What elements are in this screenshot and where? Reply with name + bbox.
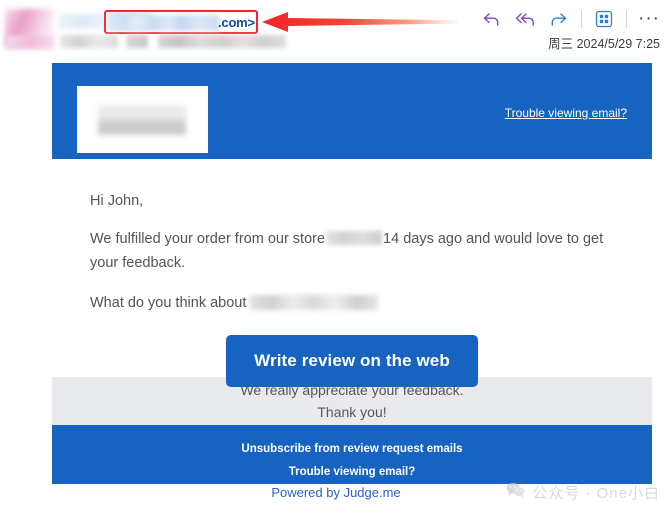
forward-icon[interactable] (544, 5, 574, 33)
cta-container: Write review on the web (90, 335, 614, 387)
header-action-bar: ··· (476, 4, 664, 34)
product-paragraph: What do you think about (90, 291, 614, 315)
order-paragraph-before: We fulfilled your order from our store (90, 231, 326, 247)
apps-grid-icon[interactable] (589, 5, 619, 33)
email-footer: Unsubscribe from review request emails T… (52, 425, 652, 484)
footer-trouble-viewing-link[interactable]: Trouble viewing email? (52, 461, 652, 484)
subject-redacted-3 (126, 35, 148, 48)
red-arrow-annotation-icon (262, 11, 458, 33)
powered-by-link[interactable]: Powered by Judge.me (0, 485, 672, 500)
order-paragraph: We fulfilled your order from our store 14… (90, 227, 614, 275)
brand-logo (77, 86, 208, 153)
subject-redacted-4 (158, 35, 286, 48)
appreciation-line-2: Thank you! (317, 404, 387, 420)
unsubscribe-link[interactable]: Unsubscribe from review request emails (52, 438, 652, 461)
email-banner: Trouble viewing email? (52, 63, 652, 159)
more-options-icon[interactable]: ··· (634, 5, 664, 33)
brand-logo-redacted (98, 105, 186, 135)
email-body-card: Hi John, We fulfilled your order from ou… (52, 159, 652, 387)
reply-icon[interactable] (476, 5, 506, 33)
sender-name-redacted (58, 14, 106, 29)
sender-email-redacted (108, 15, 220, 31)
reply-all-icon[interactable] (510, 5, 540, 33)
subject-redacted-1 (6, 35, 54, 49)
email-content: Trouble viewing email? Hi John, We fulfi… (52, 63, 652, 484)
subject-redacted-2 (60, 35, 118, 48)
email-reader-screen: .com> ··· 周三 2024/5/29 7:25 Trouble view… (0, 0, 672, 514)
sender-email-tld: .com> (218, 15, 255, 30)
more-options-glyph: ··· (638, 8, 660, 29)
header-divider-2 (626, 10, 627, 28)
product-paragraph-before: What do you think about (90, 295, 247, 311)
message-timestamp: 周三 2024/5/29 7:25 (548, 37, 660, 51)
store-name-redacted (326, 231, 383, 245)
sender-email-highlight-box[interactable]: .com> (104, 10, 258, 34)
header-divider (581, 10, 582, 28)
write-review-button[interactable]: Write review on the web (226, 335, 478, 387)
banner-trouble-viewing-link[interactable]: Trouble viewing email? (505, 106, 627, 120)
product-name-redacted (250, 295, 379, 310)
left-rail (0, 63, 52, 484)
greeting-text: Hi John, (90, 193, 144, 209)
mail-header: .com> ··· 周三 2024/5/29 7:25 (0, 0, 672, 63)
